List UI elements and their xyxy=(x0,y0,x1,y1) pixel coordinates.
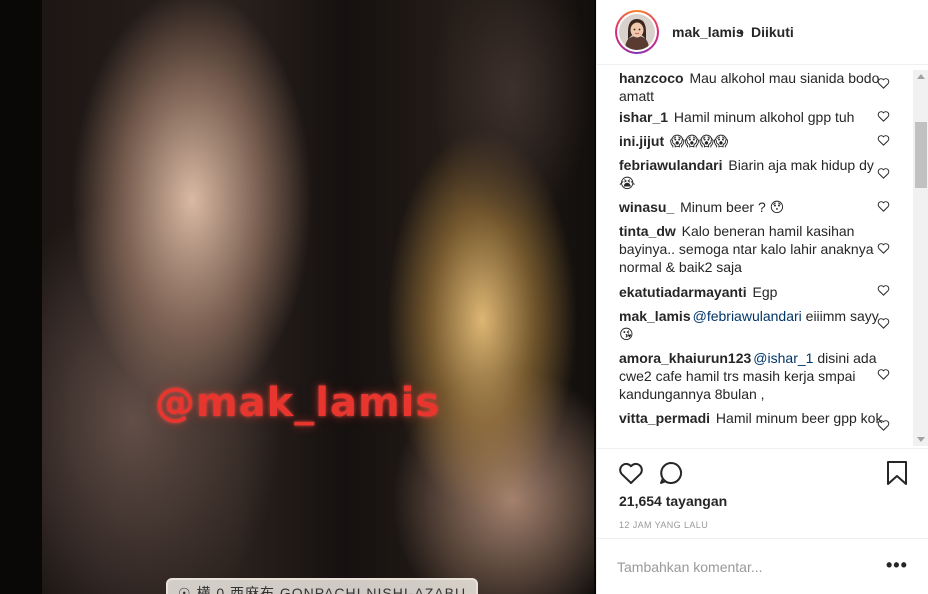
scroll-up-arrow[interactable] xyxy=(917,74,925,79)
follow-status-button[interactable]: Diikuti xyxy=(751,24,794,40)
comment-item: tinta_dw Kalo beneran hamil kasihan bayi… xyxy=(619,222,883,276)
bookmark-icon[interactable] xyxy=(883,459,911,487)
comment-username[interactable]: hanzcoco xyxy=(619,70,684,86)
post-media[interactable]: @mak_lamis ☉ 横 0 西麻布 GONPACHI NISHI-AZAB… xyxy=(0,0,596,594)
comment-icon[interactable] xyxy=(657,459,685,487)
comment-item: febriawulandari Biarin aja mak hidup dy😭 xyxy=(619,156,883,192)
comment-username[interactable]: amora_khaiurun123 xyxy=(619,350,751,366)
video-watermark: @mak_lamis xyxy=(155,380,441,426)
heart-outline-icon[interactable] xyxy=(877,167,890,179)
comment-mention[interactable]: @ishar_1 xyxy=(753,350,813,366)
post-timestamp[interactable]: 12 JAM YANG LALU xyxy=(619,520,708,530)
comment-username[interactable]: vitta_permadi xyxy=(619,410,710,426)
heart-outline-icon[interactable] xyxy=(877,419,890,431)
comment-text: Hamil minum beer gpp kok xyxy=(712,410,883,426)
comment-item: mak_lamis @febriawulandari eiiimm sayy😘 xyxy=(619,307,883,343)
heart-outline-icon[interactable] xyxy=(877,317,890,329)
comment-username[interactable]: febriawulandari xyxy=(619,157,722,173)
view-count[interactable]: 21,654 tayangan xyxy=(619,493,727,509)
comment-text: Minum beer ? 😯 xyxy=(676,199,785,215)
heart-outline-icon[interactable] xyxy=(877,200,890,212)
comment-item: hanzcoco Mau alkohol mau sianida bodo am… xyxy=(619,69,883,105)
video-frame[interactable] xyxy=(42,0,594,594)
heart-outline-icon[interactable] xyxy=(877,134,890,146)
add-comment-bar: ••• xyxy=(597,538,928,594)
header-separator: • xyxy=(739,24,744,40)
comment-username[interactable]: winasu_ xyxy=(619,199,674,215)
video-letterbox-left xyxy=(0,0,42,594)
comment-username[interactable]: ini.jijut xyxy=(619,133,664,149)
comment-username[interactable]: ishar_1 xyxy=(619,109,668,125)
more-options-icon[interactable]: ••• xyxy=(886,555,908,576)
heart-outline-icon[interactable] xyxy=(877,77,890,89)
comment-username[interactable]: ekatutiadarmayanti xyxy=(619,284,747,300)
comment-item: winasu_ Minum beer ? 😯 xyxy=(619,198,883,216)
heart-outline-icon[interactable] xyxy=(877,110,890,122)
comments-scrollbar[interactable] xyxy=(913,70,928,446)
comment-text: 😱😱😱😱 xyxy=(666,133,729,149)
comment-item: ishar_1 Hamil minum alkohol gpp tuh xyxy=(619,108,883,126)
post-side-panel: mak_lamis • Diikuti hanzcoco Mau alkohol… xyxy=(596,0,928,594)
avatar-story-ring[interactable] xyxy=(615,10,659,54)
heart-outline-icon[interactable] xyxy=(877,368,890,380)
add-comment-input[interactable] xyxy=(617,558,867,576)
comment-mention[interactable]: @febriawulandari xyxy=(693,308,802,324)
comment-item: ini.jijut 😱😱😱😱 xyxy=(619,132,883,150)
comment-text: Egp xyxy=(748,284,778,300)
comments-list[interactable]: hanzcoco Mau alkohol mau sianida bodo am… xyxy=(597,65,928,448)
heart-icon[interactable] xyxy=(617,459,645,487)
scroll-down-arrow[interactable] xyxy=(917,437,925,442)
comment-item: amora_khaiurun123 @ishar_1 disini ada cwe… xyxy=(619,349,883,403)
scroll-thumb[interactable] xyxy=(915,122,927,188)
comment-username[interactable]: tinta_dw xyxy=(619,223,676,239)
avatar-image xyxy=(619,14,655,50)
heart-outline-icon[interactable] xyxy=(877,242,890,254)
header-username[interactable]: mak_lamis xyxy=(672,24,744,40)
post-header: mak_lamis • Diikuti xyxy=(597,0,928,65)
avatar[interactable] xyxy=(617,12,657,52)
location-sticker: ☉ 横 0 西麻布 GONPACHI NISHI-AZABU xyxy=(166,578,479,594)
comment-text: Hamil minum alkohol gpp tuh xyxy=(670,109,855,125)
heart-outline-icon[interactable] xyxy=(877,284,890,296)
post-actions: 21,654 tayangan 12 JAM YANG LALU xyxy=(597,448,928,548)
comment-item: vitta_permadi Hamil minum beer gpp kok xyxy=(619,409,883,427)
comment-item: ekatutiadarmayanti Egp xyxy=(619,283,883,301)
comment-username[interactable]: mak_lamis xyxy=(619,308,691,324)
